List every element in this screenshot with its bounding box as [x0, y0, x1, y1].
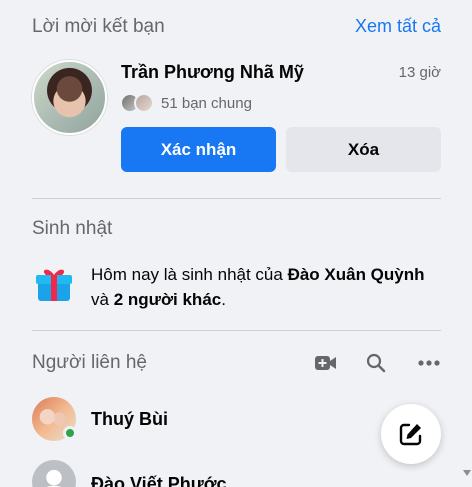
- contact-name: Đào Viết Phước: [91, 474, 227, 487]
- divider: [32, 330, 441, 331]
- mutual-friend-avatar: [134, 93, 154, 113]
- search-icon[interactable]: [363, 350, 389, 376]
- online-status-dot: [63, 426, 77, 440]
- birthday-person-name: Đào Xuân Quỳnh: [287, 265, 425, 284]
- compose-icon: [399, 423, 422, 446]
- divider: [32, 198, 441, 199]
- see-all-link[interactable]: Xem tất cả: [355, 16, 441, 37]
- mutual-friends-count: 51 bạn chung: [161, 95, 252, 112]
- new-message-button[interactable]: [381, 404, 441, 464]
- birthday-text-suffix: .: [221, 290, 226, 309]
- contacts-title: Người liên hệ: [32, 352, 147, 373]
- birthday-text-prefix: Hôm nay là sinh nhật của: [91, 265, 288, 284]
- birthday-others: 2 người khác: [113, 290, 222, 309]
- birthday-notice[interactable]: Hôm nay là sinh nhật của Đào Xuân Quỳnh …: [91, 262, 431, 312]
- right-sidebar: Lời mời kết bạn Xem tất cả Trần Phương N…: [0, 0, 472, 487]
- contact-avatar: [32, 460, 76, 487]
- delete-button[interactable]: Xóa: [286, 127, 441, 172]
- birthday-text-middle: và: [91, 290, 114, 309]
- friend-requests-title: Lời mời kết bạn: [32, 16, 165, 37]
- more-icon[interactable]: [416, 350, 442, 376]
- friend-request-avatar[interactable]: [32, 60, 107, 135]
- mutual-friends-avatars: [120, 93, 158, 115]
- contact-name: Thuý Bùi: [91, 409, 168, 429]
- scroll-down-arrow[interactable]: [463, 470, 471, 476]
- friend-request-time: 13 giờ: [398, 64, 441, 81]
- video-call-icon[interactable]: [313, 350, 339, 376]
- friend-request-name[interactable]: Trần Phương Nhã Mỹ: [121, 62, 304, 83]
- birthdays-title: Sinh nhật: [32, 218, 113, 239]
- confirm-button[interactable]: Xác nhận: [121, 127, 276, 172]
- gift-icon: [34, 264, 74, 304]
